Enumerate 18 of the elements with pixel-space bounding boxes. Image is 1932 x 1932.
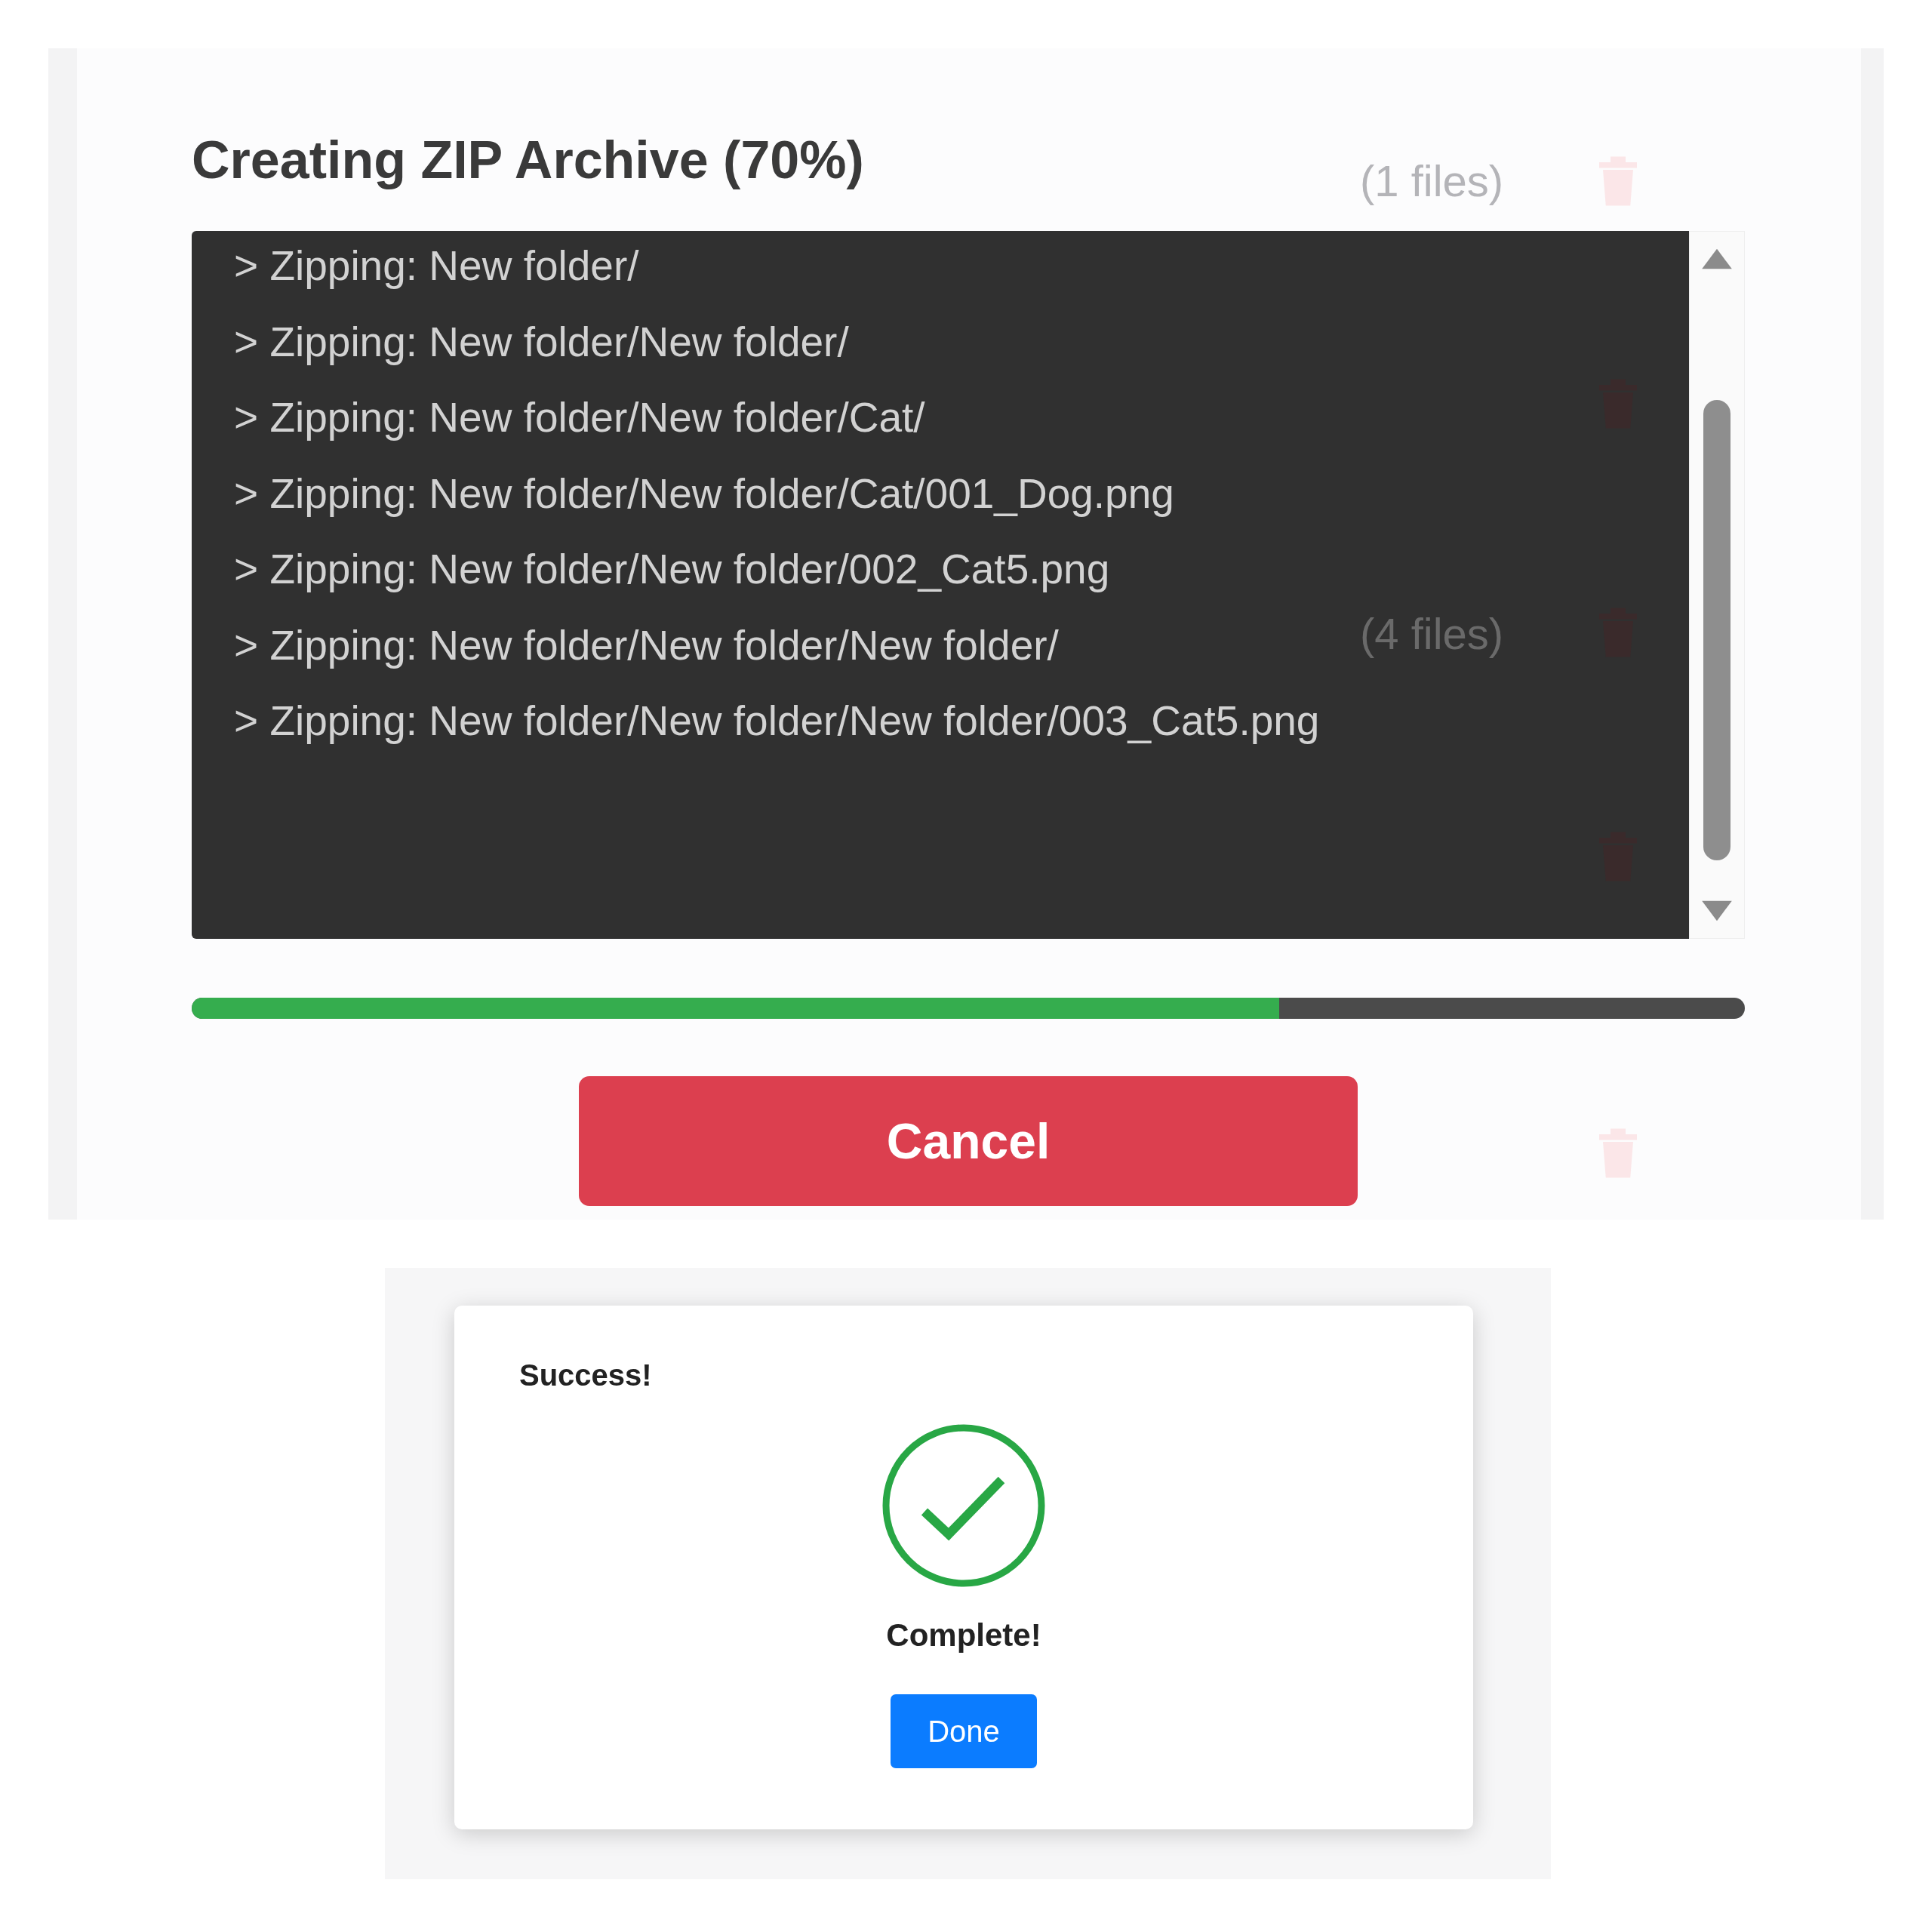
scroll-thumb[interactable] — [1703, 400, 1730, 860]
log-line: > Zipping: New folder/New folder/ — [234, 317, 849, 367]
scrollbar[interactable] — [1689, 231, 1745, 939]
file-count: (1 files) — [1360, 155, 1504, 206]
log-line: > Zipping: New folder/New folder/New folder/003_Cat5.png — [234, 697, 1320, 746]
log-line: > Zipping: New folder/ — [234, 242, 639, 291]
log-line: > Zipping: New folder/New folder/Cat/001_Dog.png — [234, 469, 1174, 518]
done-button[interactable]: Done — [891, 1694, 1037, 1768]
log-line: > Zipping: New folder/New folder/002_Cat5.png — [234, 545, 1110, 594]
scroll-up-icon[interactable] — [1700, 247, 1734, 271]
checkmark-circle-icon — [881, 1423, 1047, 1589]
file-count: (4 files) — [1360, 608, 1504, 659]
log-line: > Zipping: New folder/New folder/New folder/ — [234, 620, 1059, 670]
log-line: > Zipping: New folder/New folder/Cat/ — [234, 393, 925, 442]
status-message: Complete! — [886, 1617, 1041, 1654]
cancel-button[interactable]: Cancel — [579, 1076, 1358, 1206]
scroll-down-icon[interactable] — [1700, 899, 1734, 923]
dialog-title: Success! — [519, 1358, 652, 1392]
